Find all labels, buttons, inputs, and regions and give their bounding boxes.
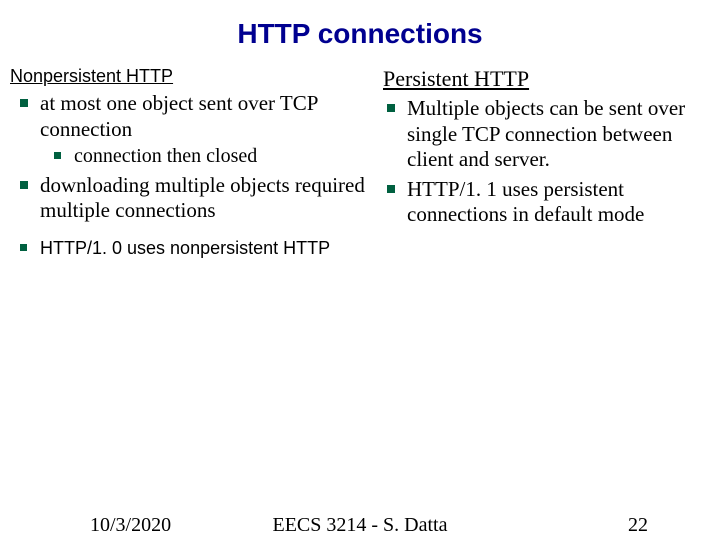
- left-list: at most one object sent over TCP connect…: [10, 91, 367, 224]
- subitem-text: connection then closed: [74, 145, 257, 167]
- content-columns: Nonpersistent HTTP at most one object se…: [0, 58, 720, 263]
- right-list: Multiple objects can be sent over single…: [377, 96, 700, 228]
- list-subitem: connection then closed: [52, 144, 367, 168]
- list-item: HTTP/1. 0 uses nonpersistent HTTP: [16, 238, 367, 259]
- footer-page: 22: [628, 514, 648, 537]
- item-text: Multiple objects can be sent over single…: [407, 96, 685, 171]
- slide: { "title": "HTTP connections", "left": {…: [0, 0, 720, 540]
- slide-title: HTTP connections: [0, 0, 720, 58]
- footer-center: EECS 3214 - S. Datta: [0, 514, 720, 537]
- list-item: downloading multiple objects required mu…: [16, 173, 367, 224]
- list-item: at most one object sent over TCP connect…: [16, 91, 367, 169]
- right-heading: Persistent HTTP: [383, 66, 700, 92]
- list-item: Multiple objects can be sent over single…: [383, 96, 700, 173]
- right-column: Persistent HTTP Multiple objects can be …: [377, 58, 700, 263]
- left-column: Nonpersistent HTTP at most one object se…: [10, 58, 367, 263]
- item-text: at most one object sent over TCP connect…: [40, 91, 318, 141]
- item-text: downloading multiple objects required mu…: [40, 173, 365, 223]
- left-note-list: HTTP/1. 0 uses nonpersistent HTTP: [10, 238, 367, 259]
- item-text: HTTP/1. 1 uses persistent connections in…: [407, 177, 644, 227]
- note-text: HTTP/1. 0 uses nonpersistent HTTP: [40, 238, 330, 258]
- left-heading: Nonpersistent HTTP: [10, 66, 367, 87]
- list-item: HTTP/1. 1 uses persistent connections in…: [383, 177, 700, 228]
